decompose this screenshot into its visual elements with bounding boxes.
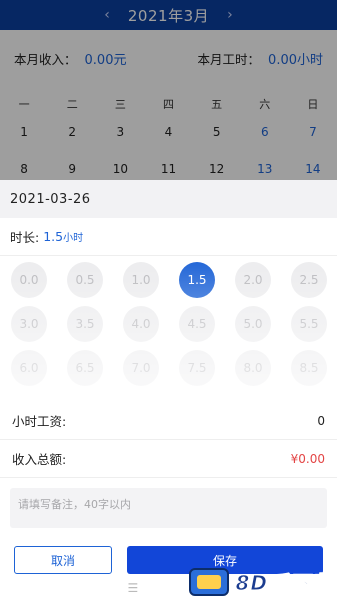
- hours-option[interactable]: 5.5: [291, 306, 327, 342]
- watermark: 8D后下载: [189, 567, 331, 596]
- hourly-wage-row[interactable]: 小时工资: 0: [0, 402, 337, 440]
- note-input[interactable]: 请填写备注，40字以内: [10, 488, 327, 528]
- hours-option[interactable]: 3.0: [11, 306, 47, 342]
- menu-icon: ☰: [127, 581, 139, 595]
- modal-backdrop[interactable]: [0, 0, 337, 180]
- total-income-value: ¥0.00: [290, 451, 325, 466]
- hours-option[interactable]: 6.0: [11, 350, 47, 386]
- hours-picker[interactable]: 0.0 0.5 1.0 1.5 2.0 2.5 3.0 3.5 4.0 4.5 5.0 5.5 6.0 6…: [0, 256, 337, 402]
- hours-option[interactable]: 2.5: [291, 262, 327, 298]
- hours-option-grid: 0.0 0.5 1.0 1.5 2.0 2.5 3.0 3.5 4.0 4.5 5.0 5.5 6.0 6…: [0, 262, 337, 386]
- selected-date: 2021-03-26: [0, 180, 337, 218]
- hours-option[interactable]: 5.0: [235, 306, 271, 342]
- work-hours-sheet: 2021-03-26 时长: 1.5 小时 0.0 0.5 1.0 1.5 2.0 2.5…: [0, 180, 337, 600]
- watermark-text: 8D后下载: [235, 571, 331, 596]
- hours-option[interactable]: 0.5: [67, 262, 103, 298]
- hours-option[interactable]: 7.5: [179, 350, 215, 386]
- cancel-button[interactable]: 取消: [14, 546, 112, 574]
- duration-label: 时长:: [10, 230, 40, 245]
- hours-option[interactable]: 0.0: [11, 262, 47, 298]
- hours-option[interactable]: 1.0: [123, 262, 159, 298]
- hours-option[interactable]: 6.5: [67, 350, 103, 386]
- duration-value: 1.5: [43, 229, 64, 244]
- total-income-row: 收入总额: ¥0.00: [0, 440, 337, 478]
- duration-unit: 小时: [63, 233, 84, 244]
- hours-option[interactable]: 7.0: [123, 350, 159, 386]
- hours-option[interactable]: 8.0: [235, 350, 271, 386]
- hours-option[interactable]: 3.5: [67, 306, 103, 342]
- hours-option[interactable]: 4.5: [179, 306, 215, 342]
- hours-option[interactable]: 2.0: [235, 262, 271, 298]
- watermark-logo-icon: [189, 567, 230, 596]
- total-income-label: 收入总额:: [12, 452, 67, 467]
- hours-option[interactable]: 8.5: [291, 350, 327, 386]
- hours-option[interactable]: 4.0: [123, 306, 159, 342]
- hourly-wage-label: 小时工资:: [12, 414, 67, 429]
- hourly-wage-value[interactable]: 0: [317, 414, 325, 428]
- duration-row: 时长: 1.5 小时: [0, 218, 337, 256]
- hours-option[interactable]: 1.5: [179, 262, 215, 298]
